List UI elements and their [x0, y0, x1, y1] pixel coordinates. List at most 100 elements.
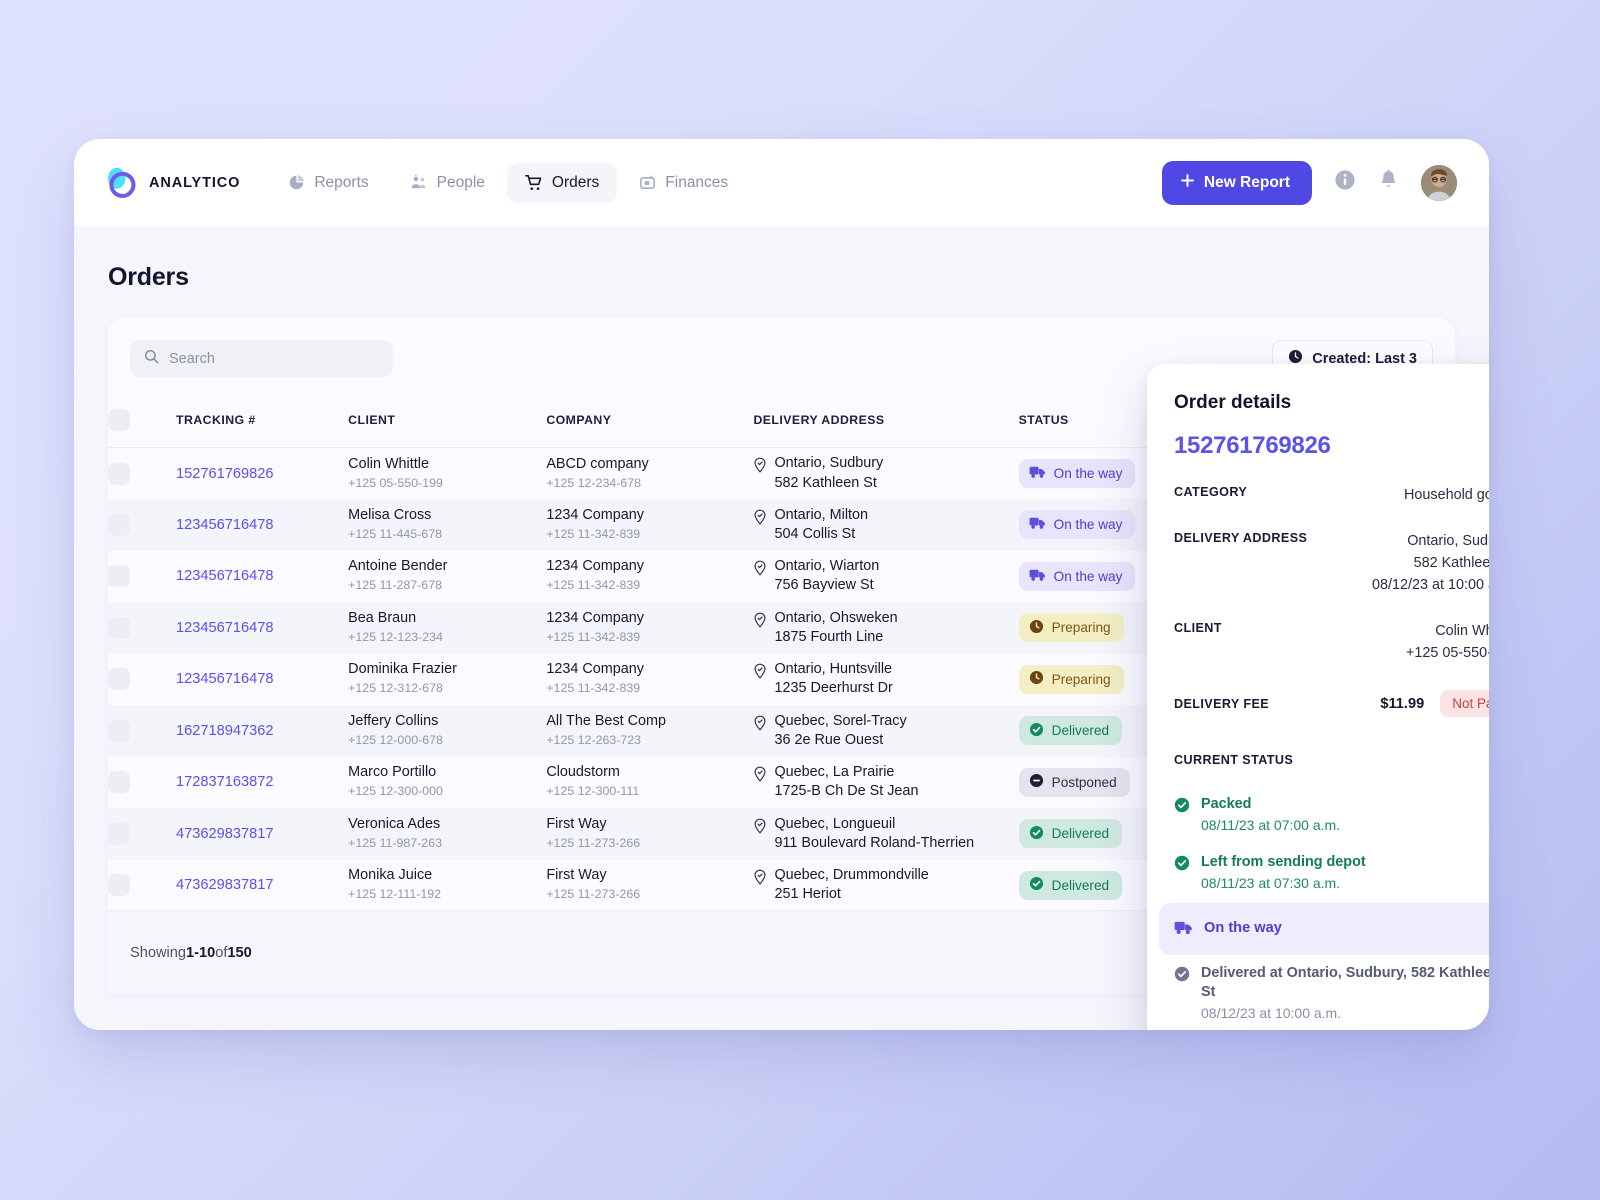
order-details-header: Order details: [1147, 364, 1489, 415]
address-street: 36 2e Rue Ouest: [774, 731, 884, 748]
tracking-link[interactable]: 473629837817: [176, 877, 273, 893]
nav-label-people: People: [436, 173, 485, 191]
timeline-title: Delivered at Ontario, Sudbury, 582 Kathl…: [1201, 964, 1489, 1001]
field-delivery-address-label: DELIVERY ADDRESS: [1174, 531, 1308, 546]
status-badge: Delivered: [1018, 870, 1123, 900]
select-all-checkbox[interactable]: [108, 409, 130, 431]
brand-logo[interactable]: ANALYTICO: [102, 164, 240, 202]
column-header-company[interactable]: COMPANY: [546, 395, 754, 448]
field-category-label: CATEGORY: [1174, 485, 1248, 499]
address-street: 1875 Fourth Line: [774, 628, 884, 645]
tracking-link[interactable]: 473629837817: [176, 826, 273, 842]
top-navigation-bar: ANALYTICO Reports People Orders Finances…: [74, 139, 1489, 226]
address-city: Ontario, Sudbury: [774, 455, 884, 472]
check-circle-icon: [1029, 722, 1044, 740]
client-name: Jeffery Collins: [348, 712, 439, 729]
nav-item-people[interactable]: People: [391, 163, 503, 203]
address-city: Quebec, Longueuil: [774, 815, 896, 832]
cell-company: 1234 Company +125 11-342-839: [546, 499, 753, 551]
nav-item-orders[interactable]: Orders: [506, 162, 618, 203]
cell-client: Antoine Bender +125 11-287-678: [348, 551, 546, 603]
client-phone: +125 11-445-678: [348, 526, 442, 541]
company-name: 1234 Company: [546, 506, 644, 523]
topbar-actions: New Report: [1161, 160, 1457, 205]
cell-client: Marco Portillo +125 12-300-000: [348, 757, 546, 809]
nav-item-finances[interactable]: Finances: [621, 163, 746, 203]
client-phone: +125 12-300-000: [348, 784, 443, 799]
tracking-link[interactable]: 123456716478: [176, 671, 273, 687]
row-checkbox[interactable]: [108, 719, 130, 742]
row-checkbox[interactable]: [108, 565, 130, 588]
row-checkbox[interactable]: [108, 771, 130, 794]
order-details-fields: CATEGORY Household goods DELIVERY ADDRES…: [1147, 460, 1489, 718]
address-city: Ontario, Ohsweken: [774, 609, 898, 626]
order-number[interactable]: 152761769826: [1174, 432, 1331, 460]
address-city: Quebec, Sorel-Tracy: [774, 712, 907, 729]
cart-icon: [524, 174, 543, 192]
column-header-address[interactable]: DELIVERY ADDRESS: [753, 395, 1019, 448]
main-nav: Reports People Orders Finances: [270, 162, 746, 203]
column-header-client[interactable]: CLIENT: [348, 395, 547, 448]
status-label: Preparing: [1051, 671, 1111, 687]
timeline-item[interactable]: On the way: [1159, 902, 1489, 955]
client-phone: +125 11-287-678: [348, 578, 442, 593]
client-phone: +125 12-111-192: [348, 887, 442, 902]
people-icon: [409, 174, 428, 191]
row-checkbox[interactable]: [108, 822, 130, 845]
row-checkbox[interactable]: [108, 513, 130, 536]
row-checkbox[interactable]: [108, 874, 130, 897]
location-pin-icon: [753, 457, 767, 477]
client-phone: +125 12-000-678: [348, 732, 443, 747]
company-phone: +125 11-342-839: [546, 526, 641, 541]
address-city: Quebec, La Prairie: [774, 764, 895, 781]
select-all-header: [108, 395, 177, 448]
truck-icon: [1029, 568, 1046, 585]
current-status-label: CURRENT STATUS: [1174, 753, 1294, 768]
status-label: Preparing: [1051, 620, 1111, 636]
search-input[interactable]: [169, 350, 379, 367]
row-checkbox[interactable]: [108, 668, 130, 691]
address-city: Ontario, Milton: [774, 506, 869, 523]
tracking-link[interactable]: 123456716478: [176, 517, 273, 533]
company-phone: +125 12-234-678: [546, 475, 642, 490]
row-select-cell: [108, 499, 176, 551]
row-select-cell: [108, 757, 176, 809]
info-circle-icon[interactable]: [1334, 169, 1356, 196]
search-box[interactable]: [130, 340, 393, 377]
cell-address: Ontario, Sudbury 582 Kathleen St: [753, 448, 1018, 500]
company-name: All The Best Comp: [546, 712, 667, 729]
pagination-total: 150: [227, 944, 252, 961]
minus-circle-icon: [1029, 773, 1044, 791]
row-select-cell: [108, 705, 176, 757]
order-details-title: Order details: [1174, 391, 1292, 413]
row-checkbox[interactable]: [108, 616, 130, 639]
tracking-link[interactable]: 123456716478: [176, 568, 273, 584]
location-pin-icon: [753, 560, 767, 580]
tracking-link[interactable]: 123456716478: [176, 620, 273, 636]
column-header-tracking[interactable]: TRACKING #: [176, 395, 349, 448]
row-checkbox[interactable]: [108, 462, 130, 485]
order-number-row: 152761769826: [1147, 415, 1489, 460]
current-status-header: CURRENT STATUS: [1147, 717, 1489, 772]
field-delivery-fee: DELIVERY FEE $11.99 Not Paid: [1174, 664, 1489, 718]
new-report-button[interactable]: New Report: [1161, 160, 1312, 205]
status-badge: Preparing: [1018, 613, 1124, 643]
address-street: 251 Heriot: [774, 886, 841, 903]
field-delivery-fee-amount: $11.99: [1380, 695, 1425, 712]
tracking-link[interactable]: 152761769826: [176, 466, 273, 482]
tracking-link[interactable]: 172837163872: [176, 774, 273, 790]
user-avatar[interactable]: [1421, 164, 1457, 201]
nav-item-reports[interactable]: Reports: [270, 163, 386, 203]
client-phone: +125 05-550-199: [348, 475, 443, 490]
location-pin-icon: [753, 818, 767, 838]
location-pin-icon: [753, 766, 767, 786]
bell-icon[interactable]: [1378, 169, 1399, 196]
location-pin-icon: [753, 663, 767, 683]
new-report-label: New Report: [1203, 173, 1290, 191]
company-name: 1234 Company: [546, 661, 644, 678]
tracking-link[interactable]: 162718947362: [176, 723, 273, 739]
cell-tracking: 123456716478: [176, 602, 348, 654]
cell-address: Ontario, Milton 504 Collis St: [753, 499, 1018, 551]
client-name: Veronica Ades: [348, 815, 441, 832]
company-name: First Way: [546, 815, 607, 832]
